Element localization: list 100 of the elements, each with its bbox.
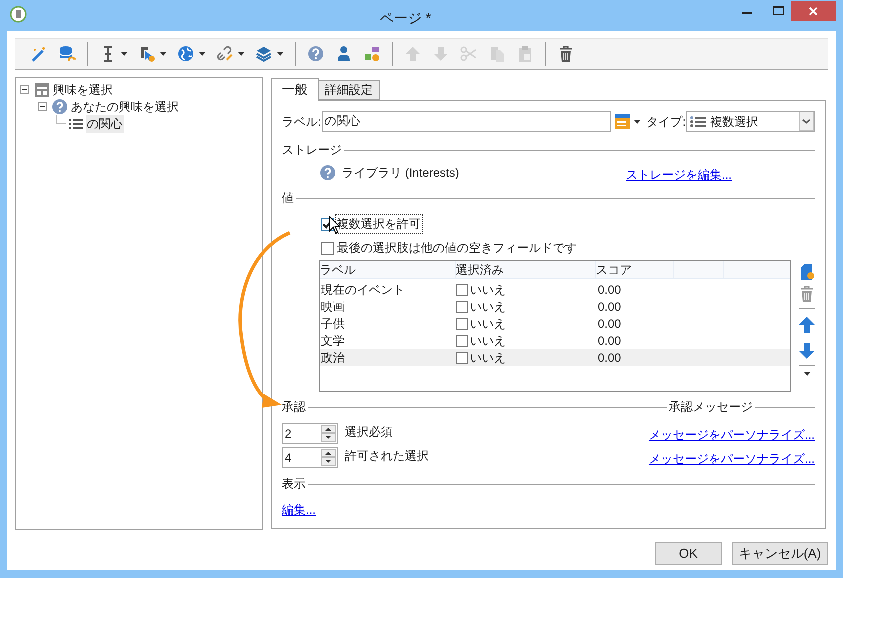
number-spinner[interactable]: 4 <box>282 447 338 468</box>
table-cell-text: 0.00 <box>597 350 622 366</box>
number-spinner[interactable]: 2 <box>282 423 338 444</box>
help-icon <box>307 45 325 63</box>
caret-icon <box>160 52 167 56</box>
table-cell-text: いいえ <box>470 298 506 316</box>
personalize-message-link[interactable]: メッセージをパーソナライズ... <box>648 450 815 468</box>
layers-icon <box>255 45 273 63</box>
collapse-icon[interactable] <box>38 102 47 111</box>
dialog-button[interactable]: OK <box>655 542 722 565</box>
section-title: 値 <box>282 190 294 207</box>
list-icon <box>690 116 706 128</box>
column-header[interactable]: 選択済み <box>456 261 596 278</box>
table-cell-text: 0.00 <box>597 298 622 316</box>
column-header[interactable]: スコア <box>596 261 674 278</box>
tab[interactable]: 一般 <box>271 78 319 101</box>
section-title: 承認メッセージ <box>669 399 753 416</box>
form-field-icon <box>614 114 630 129</box>
down-arrow-icon <box>432 45 450 63</box>
spinner-arrows-icon[interactable] <box>321 449 336 466</box>
field-label: タイプ: <box>646 114 686 130</box>
caret-icon <box>199 52 206 56</box>
table-row[interactable]: 現在のイベント いいえ 0.00 <box>320 281 790 298</box>
table-row[interactable]: 文学 いいえ 0.00 <box>320 332 790 349</box>
table-row[interactable]: 映画 いいえ 0.00 <box>320 298 790 315</box>
down-arrow-icon[interactable] <box>799 343 815 359</box>
section-title: 承認 <box>282 399 306 416</box>
checkbox[interactable] <box>456 284 468 296</box>
table-cell-text: 政治 <box>320 350 346 366</box>
tree-item[interactable]: あなたの興味を選択 <box>70 98 180 116</box>
caret-icon <box>121 52 128 56</box>
up-arrow-icon[interactable] <box>799 317 815 333</box>
globe-icon <box>177 45 195 63</box>
spinner-value: 2 <box>285 426 293 442</box>
table-cell-text: いいえ <box>470 282 506 298</box>
table-cell-text: 子供 <box>320 316 346 332</box>
label-field[interactable]: の関心 <box>322 111 611 132</box>
dialog-button[interactable]: キャンセル(A) <box>732 542 828 565</box>
type-dropdown[interactable]: 複数選択 <box>686 111 815 132</box>
edit-link[interactable]: 編集... <box>282 503 316 517</box>
style-picker-button[interactable] <box>614 114 641 129</box>
checkbox[interactable] <box>456 352 468 364</box>
window-title: ページ * <box>380 9 432 28</box>
spinner-label: 選択必須 <box>345 424 394 441</box>
type-value: 複数選択 <box>710 114 760 130</box>
table-cell-text: 0.00 <box>597 282 622 298</box>
section-title: ストレージ <box>282 142 342 159</box>
checkbox[interactable] <box>321 242 334 254</box>
scissors-icon <box>460 45 478 63</box>
caret-icon <box>277 52 284 56</box>
wand-icon <box>30 45 48 63</box>
table-cell-text: 現在のイベント <box>320 282 406 298</box>
person-icon <box>335 45 353 63</box>
spinner-arrows-icon[interactable] <box>321 425 336 442</box>
close-button[interactable] <box>791 1 836 21</box>
table-row[interactable]: 政治 いいえ 0.00 <box>320 349 790 366</box>
table-cell-text: 0.00 <box>597 332 622 350</box>
tree-item[interactable]: 興味を選択 <box>52 80 114 98</box>
copy-icon <box>488 45 506 63</box>
edit-storage-link[interactable]: ストレージを編集... <box>626 166 732 184</box>
table-cell-text: 文学 <box>320 332 346 350</box>
section-title: 表示 <box>282 476 306 493</box>
table-cell-text: 0.00 <box>597 316 622 332</box>
table-cell-text: 映画 <box>320 298 346 316</box>
storage-value: ライブラリ (Interests) <box>342 165 460 182</box>
checkbox-label: 最後の選択肢は他の値の空きフィールドです <box>336 240 578 257</box>
table-cell-text: いいえ <box>470 316 506 332</box>
table-cell-text: いいえ <box>470 350 506 366</box>
spinner-value: 4 <box>285 450 293 466</box>
help-icon <box>52 98 68 114</box>
chevron-down-icon <box>799 112 814 131</box>
up-arrow-icon <box>404 45 422 63</box>
tree-item[interactable]: の関心 <box>86 114 124 132</box>
checkbox[interactable] <box>456 300 468 312</box>
personalize-message-link[interactable]: メッセージをパーソナライズ... <box>648 426 815 444</box>
layout-icon <box>34 82 50 98</box>
pointer-gear-icon <box>138 45 156 63</box>
database-icon <box>58 45 76 63</box>
maximize-icon[interactable] <box>773 6 784 15</box>
caret-icon[interactable] <box>804 372 810 376</box>
table-row[interactable]: 子供 いいえ 0.00 <box>320 315 790 332</box>
help-icon <box>320 165 336 181</box>
paste-icon <box>516 45 534 63</box>
link-icon <box>216 45 234 63</box>
checkbox[interactable] <box>456 334 468 346</box>
column-header[interactable]: ラベル <box>320 261 456 278</box>
app-icon <box>10 6 27 23</box>
checkbox[interactable] <box>456 318 468 330</box>
trash-icon[interactable] <box>799 286 815 302</box>
table-cell-text: いいえ <box>470 332 506 350</box>
caret-icon <box>238 52 245 56</box>
new-item-icon[interactable] <box>800 264 814 280</box>
shapes-icon <box>363 45 381 63</box>
tree-connector-icon <box>56 115 66 124</box>
tab[interactable]: 詳細設定 <box>319 80 380 100</box>
trash-icon <box>557 45 575 63</box>
spinner-label: 許可された選択 <box>345 448 430 465</box>
collapse-icon[interactable] <box>20 85 29 94</box>
field-label: ラベル: <box>282 114 322 130</box>
caret-icon <box>634 120 641 124</box>
